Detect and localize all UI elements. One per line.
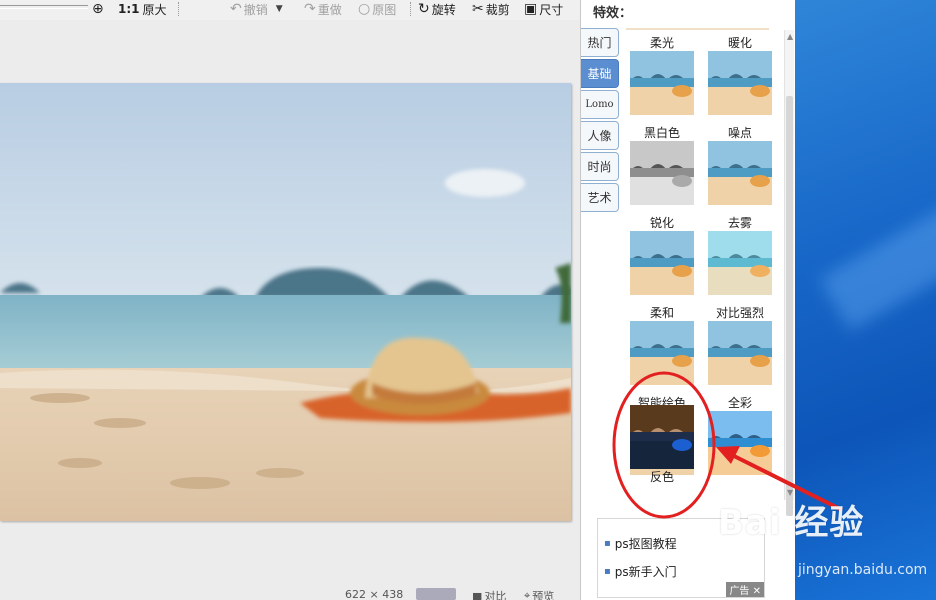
effect-thumbnail[interactable]: [708, 231, 772, 295]
undo-dropdown-icon[interactable]: ▼: [276, 4, 283, 14]
effect-label: 柔和: [649, 306, 674, 320]
redo-label: 重做: [317, 2, 342, 17]
toolbar-separator: [178, 2, 179, 16]
zoom-in-icon: ⊕: [92, 1, 104, 17]
crop-button[interactable]: ✂ 裁剪: [472, 0, 510, 18]
effect-item[interactable]: 锐化: [628, 215, 696, 295]
undo-label: 撤销: [243, 2, 268, 17]
tab-portrait[interactable]: 人像: [581, 121, 619, 150]
original-label: 原图: [372, 2, 397, 17]
toolbar-separator: [410, 2, 411, 16]
effect-item[interactable]: 柔和: [628, 305, 696, 385]
ad-label: 广告: [729, 586, 750, 597]
effect-label: 对比强烈: [715, 306, 764, 320]
rotate-button[interactable]: ↻ 旋转: [418, 0, 456, 18]
effect-label: 锐化: [649, 216, 674, 230]
tab-lomo[interactable]: Lomo: [581, 90, 619, 119]
preview-icon: ⌖: [524, 589, 531, 600]
link-label: ps新手入门: [614, 565, 677, 579]
link-label: ps抠图教程: [614, 537, 677, 551]
main-photo[interactable]: [0, 83, 571, 521]
effects-scrollbar[interactable]: ▲ ▼: [784, 30, 794, 516]
size-label: 尺寸: [539, 2, 564, 17]
effect-thumbnail[interactable]: [630, 405, 694, 469]
effect-item[interactable]: 反色: [628, 405, 696, 485]
zoom-slider[interactable]: [0, 5, 88, 9]
effect-label: 反色: [649, 470, 674, 484]
effect-item[interactable]: 噪点: [706, 125, 774, 205]
effect-item[interactable]: 全彩: [706, 395, 774, 475]
rotate-label: 旋转: [431, 2, 456, 17]
effect-thumbnail[interactable]: [708, 141, 772, 205]
effect-thumbnail[interactable]: [630, 141, 694, 205]
redo-icon: ↷: [304, 1, 316, 17]
actual-size-button[interactable]: 1:1 原大: [118, 0, 167, 18]
resize-icon: ▣: [524, 1, 538, 17]
statusbar: 622 × 438 ■ 对比 ⌖ 预览: [0, 588, 580, 600]
scissors-icon: ✂: [472, 1, 484, 17]
effect-thumbnail[interactable]: [708, 51, 772, 115]
baidu-watermark-url: jingyan.baidu.com: [798, 562, 928, 578]
original-button[interactable]: ○ 原图: [358, 0, 396, 18]
zoom-in-button[interactable]: ⊕: [92, 0, 106, 18]
preview-button[interactable]: ⌖ 预览: [524, 588, 554, 600]
link-ps-beginner[interactable]: ▪ ps新手入门: [604, 563, 677, 580]
toolbar: ⊕ 1:1 原大 ↶ 撤销 ▼ ↷ 重做 ○ 原图 ↻ 旋转 ✂ 裁剪 ▣ 尺寸: [0, 0, 580, 20]
tab-hot[interactable]: 热门: [581, 28, 619, 57]
tab-basic[interactable]: 基础: [581, 59, 619, 88]
size-button[interactable]: ▣ 尺寸: [524, 0, 563, 18]
actual-size-text: 原大: [142, 2, 167, 17]
effect-thumbnail[interactable]: [708, 411, 772, 475]
effect-thumbnail[interactable]: [708, 321, 772, 385]
compare-label: 对比: [484, 590, 507, 600]
effect-thumbnail[interactable]: [630, 51, 694, 115]
image-dimensions: 622 × 438: [345, 588, 404, 600]
effect-thumbnail[interactable]: [630, 231, 694, 295]
preview-label: 预览: [532, 590, 555, 600]
ad-badge[interactable]: 广告 ✕: [726, 582, 764, 597]
scroll-thumb[interactable]: [786, 96, 793, 516]
tab-art[interactable]: 艺术: [581, 183, 619, 212]
undo-icon: ↶: [230, 1, 242, 17]
effect-thumbnail[interactable]: [630, 321, 694, 385]
desktop-light-beam: [820, 129, 936, 331]
effect-label: 全彩: [727, 396, 752, 410]
bullet-icon: ▪: [604, 566, 611, 577]
baidu-watermark: Bai 经验: [718, 503, 865, 543]
effect-label: 柔光: [649, 36, 674, 50]
effect-label: 去雾: [727, 216, 752, 230]
effect-label: 黑白色: [643, 126, 680, 140]
redo-button[interactable]: ↷ 重做: [304, 0, 342, 18]
link-ps-cutout-tutorial[interactable]: ▪ ps抠图教程: [604, 535, 677, 552]
effect-item[interactable]: 去雾: [706, 215, 774, 295]
undo-button[interactable]: ↶ 撤销 ▼: [230, 0, 283, 18]
effect-item[interactable]: 黑白色: [628, 125, 696, 205]
effect-label: 噪点: [727, 126, 752, 140]
scroll-up-arrow-icon[interactable]: ▲: [787, 32, 793, 41]
dimensions-badge: [416, 588, 456, 600]
bullet-icon: ▪: [604, 538, 611, 549]
original-icon: ○: [358, 1, 371, 17]
effects-top-border: [626, 28, 769, 30]
panel-title: 特效：: [593, 6, 633, 21]
effect-item[interactable]: 暖化: [706, 35, 774, 115]
compare-button[interactable]: ■ 对比: [472, 588, 506, 600]
effect-label: 暖化: [727, 36, 752, 50]
compare-icon: ■: [472, 589, 483, 600]
category-tabs: 热门 基础 Lomo 人像 时尚 艺术: [581, 28, 621, 214]
effect-item[interactable]: 对比强烈: [706, 305, 774, 385]
rotate-icon: ↻: [418, 1, 430, 17]
actual-size-ratio: 1:1: [118, 2, 140, 16]
tab-fashion[interactable]: 时尚: [581, 152, 619, 181]
beach-photo-image: [0, 83, 571, 521]
crop-label: 裁剪: [485, 2, 510, 17]
effect-item[interactable]: 柔光: [628, 35, 696, 115]
